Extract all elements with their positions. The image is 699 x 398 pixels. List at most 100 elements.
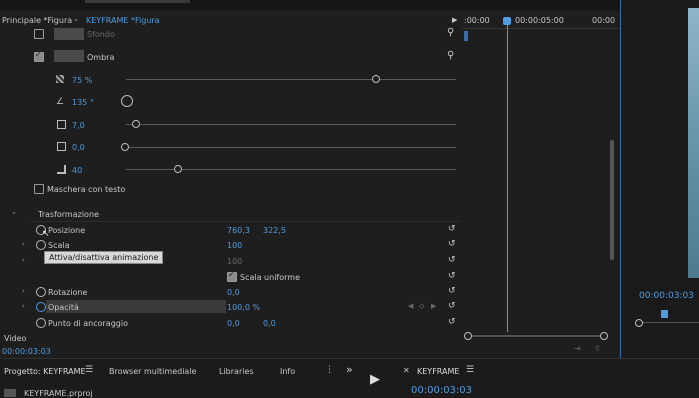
play-button-icon[interactable]: ▶: [370, 372, 380, 387]
shadow-size-slider[interactable]: [126, 147, 456, 148]
timeline-t0: :00:00: [464, 16, 490, 25]
ancoraggio-y-value[interactable]: 0,0: [263, 319, 276, 328]
tab-info[interactable]: Info: [280, 367, 295, 376]
video-preview: [688, 8, 699, 278]
section-divider: [30, 221, 460, 222]
tab-more-icon[interactable]: ⋮: [325, 365, 334, 375]
reset-icon[interactable]: ↺: [448, 239, 458, 249]
stopwatch-icon[interactable]: [36, 318, 46, 328]
eyedropper-icon[interactable]: ⚲: [447, 27, 454, 38]
video-section-label: Video: [4, 334, 27, 343]
current-time[interactable]: 00:00:03:03: [2, 347, 51, 356]
add-keyframe-icon[interactable]: ◇: [419, 302, 424, 310]
program-playhead[interactable]: [661, 310, 668, 318]
tooltip: Attiva/disattiva animazione: [44, 251, 164, 264]
tab-keyframe[interactable]: KEYFRAME *Figura: [86, 16, 160, 25]
shadow-angle-value[interactable]: 135 °: [72, 98, 94, 107]
expand-chevron-icon[interactable]: ›: [22, 240, 25, 248]
scala-label: Scala: [48, 241, 70, 250]
reset-icon[interactable]: ↺: [448, 271, 458, 281]
program-scrub-knob[interactable]: [635, 319, 643, 327]
tab-dropdown-icon[interactable]: ⌄: [73, 15, 79, 23]
opacita-label: Opacità: [48, 303, 79, 312]
shadow-blur-value[interactable]: 40: [72, 166, 82, 175]
timeline-t1: 00:00:05:00: [515, 16, 564, 25]
reset-icon[interactable]: ↺: [448, 224, 458, 234]
shadow-opacity-value[interactable]: 75 %: [72, 76, 92, 85]
shadow-opacity-knob[interactable]: [372, 75, 380, 83]
section-title-trasformazione: Trasformazione: [38, 210, 99, 219]
shadow-distance-value[interactable]: 7,0: [72, 121, 85, 130]
shadow-distance-knob[interactable]: [132, 120, 140, 128]
playhead-marker[interactable]: [503, 17, 511, 25]
sfondo-label: Sfondo: [87, 30, 115, 39]
ancoraggio-x-value[interactable]: 0,0: [227, 319, 240, 328]
hamburger-menu-icon[interactable]: ☰: [466, 365, 474, 375]
reset-icon[interactable]: ↺: [448, 255, 458, 265]
tab-principale[interactable]: Principale *Figura: [2, 16, 72, 25]
rotazione-value[interactable]: 0,0: [227, 288, 240, 297]
shadow-size-value[interactable]: 0,0: [72, 143, 85, 152]
keyframe-nav-prev-icon[interactable]: ◀: [408, 302, 413, 310]
pos-x-value[interactable]: 760,3: [227, 226, 250, 235]
opacity-icon: [56, 75, 64, 83]
rotazione-label: Rotazione: [48, 288, 88, 297]
collapse-chevron-icon[interactable]: ⌄: [11, 208, 17, 216]
stopwatch-icon[interactable]: [36, 240, 46, 250]
sfondo-checkbox[interactable]: [34, 29, 44, 39]
reset-icon[interactable]: ↺: [448, 286, 458, 296]
hamburger-menu-icon[interactable]: ☰: [85, 365, 93, 375]
eyedropper-icon[interactable]: ⚲: [447, 50, 454, 61]
stopwatch-icon[interactable]: [36, 302, 46, 312]
mask-text-checkbox[interactable]: [34, 184, 44, 194]
mask-text-label: Maschera con testo: [47, 185, 126, 194]
posizione-label: Posizione: [48, 226, 86, 235]
sequence-time[interactable]: 00:00:03:03: [411, 385, 472, 396]
program-time[interactable]: 00:00:03:03: [639, 291, 694, 301]
timeline-scroll-marker: [464, 31, 468, 41]
playhead-line: [507, 25, 508, 332]
scala-uniforme-checkbox[interactable]: [227, 270, 237, 282]
ombra-label: Ombra: [87, 53, 115, 62]
close-icon[interactable]: ✕: [403, 366, 410, 375]
timeline-vscroll[interactable]: [610, 140, 614, 260]
expand-chevron-icon[interactable]: ›: [22, 302, 25, 310]
stopwatch-icon[interactable]: [36, 287, 46, 297]
scala-uniforme-label: Scala uniforme: [240, 273, 300, 282]
timeline-hscroll[interactable]: [466, 335, 606, 337]
reset-icon[interactable]: ↺: [448, 301, 458, 311]
top-slot: [85, 0, 190, 3]
scala-value[interactable]: 100: [227, 241, 242, 250]
keyframe-nav-next-icon[interactable]: ▶: [431, 302, 436, 310]
scala-larghezza-value[interactable]: 100: [227, 257, 242, 266]
shadow-blur-knob[interactable]: [174, 165, 182, 173]
shadow-size-knob[interactable]: [121, 143, 129, 151]
ancoraggio-label: Punto di ancoraggio: [48, 319, 128, 328]
expand-chevron-icon[interactable]: ›: [22, 287, 25, 295]
angle-icon: ∠: [56, 97, 65, 107]
play-icon[interactable]: ▶: [452, 16, 457, 24]
angle-dial[interactable]: [121, 95, 133, 107]
mouse-cursor-icon: ↖: [42, 229, 50, 239]
ombra-swatch[interactable]: [54, 50, 84, 62]
program-scrub-line[interactable]: [638, 322, 699, 323]
tab-browser[interactable]: Browser multimediale: [109, 367, 196, 376]
sequence-tab[interactable]: KEYFRAME: [417, 367, 459, 376]
hscroll-right-knob[interactable]: [600, 332, 608, 340]
sfondo-swatch[interactable]: [54, 28, 84, 40]
timeline-t2: 00:00: [592, 16, 616, 25]
tab-libraries[interactable]: Libraries: [219, 367, 254, 376]
opacita-value[interactable]: 100,0 %: [227, 303, 260, 312]
expand-chevron-icon[interactable]: ›: [22, 256, 25, 264]
ombra-checkbox[interactable]: [34, 50, 44, 62]
pos-y-value[interactable]: 322,5: [263, 226, 286, 235]
filter-icon[interactable]: ⇥: [574, 344, 581, 353]
hscroll-left-knob[interactable]: [464, 332, 472, 340]
size-icon: [57, 142, 66, 151]
more-panels-icon[interactable]: »: [346, 363, 353, 376]
export-icon[interactable]: ⇪: [594, 344, 601, 353]
tab-progetto[interactable]: Progetto: KEYFRAME: [4, 367, 86, 376]
reset-icon[interactable]: ↺: [448, 317, 458, 327]
shadow-opacity-slider[interactable]: [126, 79, 456, 80]
shadow-distance-slider[interactable]: [126, 124, 456, 125]
